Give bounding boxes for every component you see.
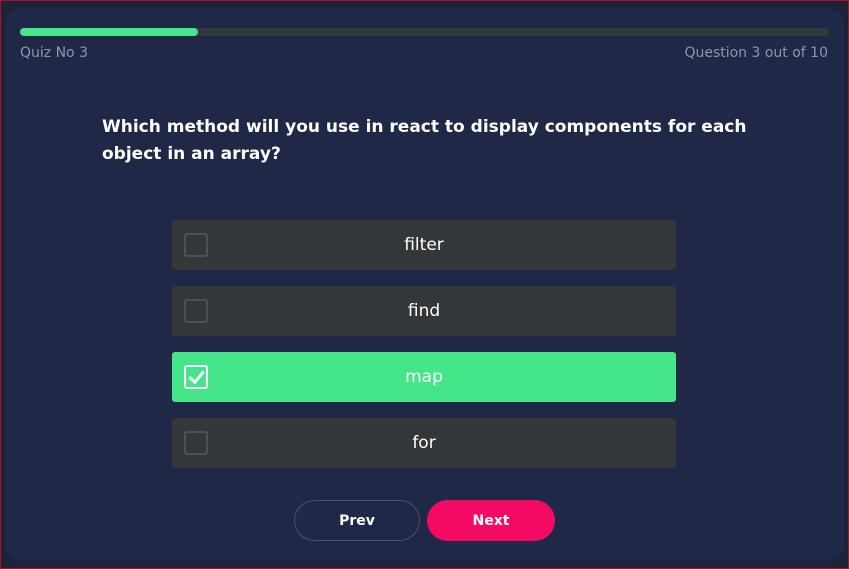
option-label: for (412, 433, 436, 453)
option-map[interactable]: map (172, 352, 676, 402)
checkbox-icon[interactable] (184, 299, 208, 323)
option-filter[interactable]: filter (172, 220, 676, 270)
option-find[interactable]: find (172, 286, 676, 336)
checkbox-icon[interactable] (184, 431, 208, 455)
option-for[interactable]: for (172, 418, 676, 468)
progress-bar (20, 28, 829, 36)
progress-bar-fill (20, 28, 198, 36)
question-text: Which method will you use in react to di… (102, 117, 747, 164)
checkbox-icon[interactable] (184, 365, 208, 389)
checkbox-icon[interactable] (184, 233, 208, 257)
window-frame: Quiz No 3 Question 3 out of 10 Which met… (0, 0, 849, 569)
prev-button[interactable]: Prev (294, 500, 420, 541)
next-button[interactable]: Next (427, 500, 555, 541)
option-label: filter (404, 235, 444, 255)
quiz-card: Quiz No 3 Question 3 out of 10 Which met… (5, 8, 844, 561)
question-counter: Question 3 out of 10 (684, 45, 828, 61)
options-list: filter find map for (172, 220, 676, 484)
option-label: find (407, 301, 441, 321)
checkmark-icon (188, 366, 205, 385)
quiz-name: Quiz No 3 (20, 45, 88, 61)
option-label: map (405, 367, 443, 387)
